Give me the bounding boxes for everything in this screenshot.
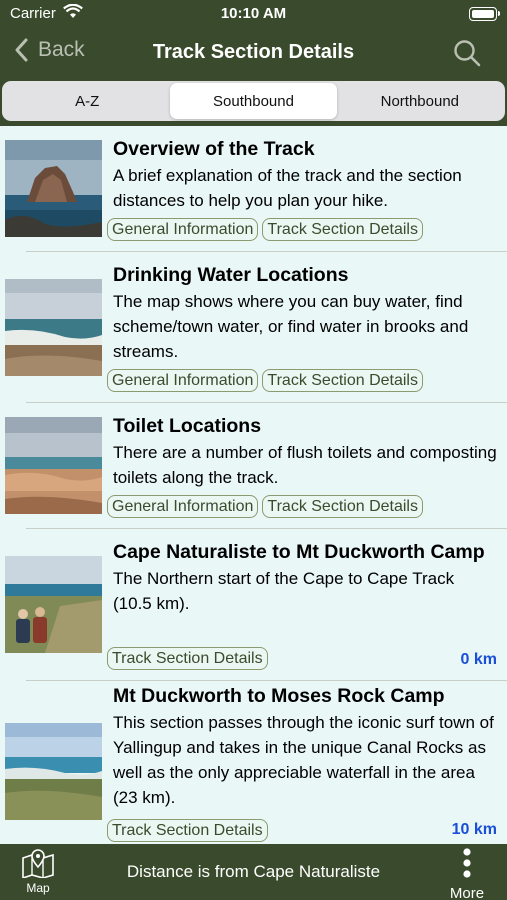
distance-label: 10 km [451, 821, 497, 838]
item-title: Drinking Water Locations [113, 264, 349, 286]
item-description: This section passes through the iconic s… [113, 713, 494, 807]
item-description: A brief explanation of the track and the… [113, 166, 462, 210]
list-item[interactable]: Toilet Locations There are a number of f… [0, 403, 507, 529]
navigation-bar: Back Track Section Details [0, 28, 507, 78]
item-thumbnail [5, 417, 102, 514]
bottom-toolbar: Map Distance is from Cape Naturaliste Mo… [0, 844, 507, 900]
footer-note: Distance is from Cape Naturaliste [126, 862, 381, 881]
list-item[interactable]: Mt Duckworth to Moses Rock Camp This sec… [0, 681, 507, 844]
more-label: More [449, 885, 485, 900]
tag-track-section-details[interactable]: Track Section Details [262, 218, 423, 241]
tag-track-section-details[interactable]: Track Section Details [107, 647, 268, 670]
distance-label: 0 km [460, 651, 497, 668]
segment-northbound[interactable]: Northbound [337, 83, 503, 119]
tag-general-information[interactable]: General Information [107, 369, 259, 392]
segmented-control: A-Z Southbound Northbound [2, 81, 505, 121]
status-bar: Carrier 10:10 AM [0, 0, 507, 28]
segment-a-z[interactable]: A-Z [4, 83, 170, 119]
segment-southbound[interactable]: Southbound [170, 83, 337, 119]
list-item[interactable]: Drinking Water Locations The map shows w… [0, 252, 507, 403]
item-thumbnail [5, 279, 102, 376]
section-list[interactable]: Overview of the Track A brief explanatio… [0, 126, 507, 844]
segment-control-container: A-Z Southbound Northbound [0, 78, 507, 126]
battery-icon [469, 7, 500, 21]
map-label: Map [26, 881, 50, 895]
item-thumbnail [5, 723, 102, 820]
more-button[interactable]: More [447, 848, 487, 900]
item-title: Cape Naturaliste to Mt Duckworth Camp [113, 541, 485, 563]
item-thumbnail [5, 556, 102, 653]
page-title: Track Section Details [152, 41, 355, 63]
tag-track-section-details[interactable]: Track Section Details [107, 819, 268, 842]
item-description: There are a number of flush toilets and … [113, 443, 497, 487]
tag-track-section-details[interactable]: Track Section Details [262, 369, 423, 392]
item-description: The Northern start of the Cape to Cape T… [113, 569, 455, 613]
list-item[interactable]: Cape Naturaliste to Mt Duckworth Camp Th… [0, 529, 507, 681]
search-icon[interactable] [453, 39, 481, 72]
item-title: Mt Duckworth to Moses Rock Camp [113, 685, 445, 707]
item-title: Overview of the Track [113, 138, 315, 160]
more-vertical-icon [463, 848, 471, 878]
item-thumbnail [5, 140, 102, 237]
item-description: The map shows where you can buy water, f… [113, 292, 469, 361]
item-title: Toilet Locations [113, 415, 262, 437]
list-item[interactable]: Overview of the Track A brief explanatio… [0, 126, 507, 252]
tag-general-information[interactable]: General Information [107, 495, 259, 518]
clock: 10:10 AM [220, 5, 287, 22]
tag-general-information[interactable]: General Information [107, 218, 259, 241]
tag-track-section-details[interactable]: Track Section Details [262, 495, 423, 518]
